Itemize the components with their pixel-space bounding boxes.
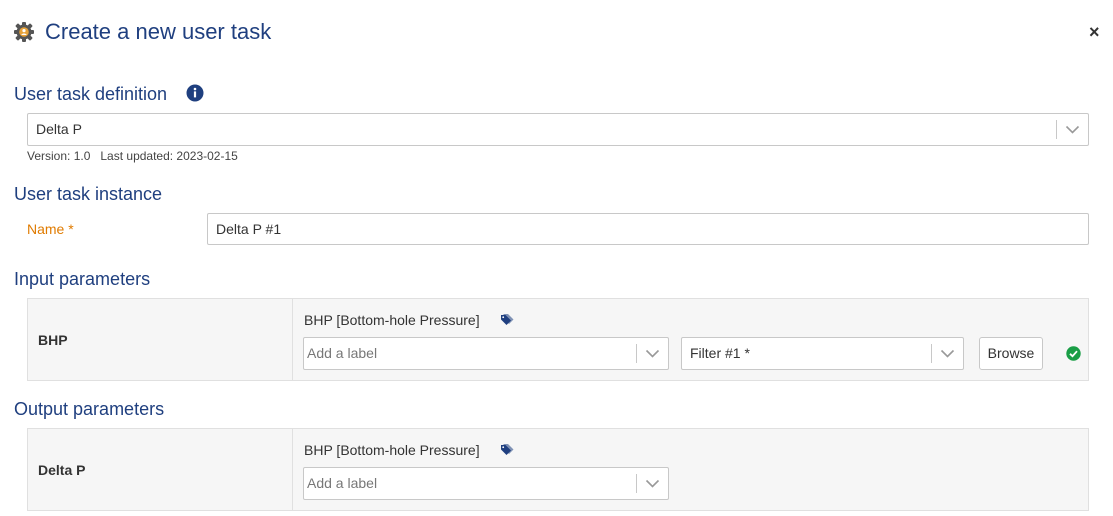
instance-section-title: User task instance [14, 184, 163, 204]
input-param-name-cell: BHP [28, 299, 293, 380]
output-label-select[interactable]: Add a label [303, 467, 669, 500]
input-filter-select[interactable]: Filter #1 * [681, 337, 964, 370]
output-param-row: Delta P BHP [Bottom-hole Pressure] Add a… [27, 428, 1089, 511]
chevron-down-icon[interactable] [1065, 123, 1080, 136]
select-separator [931, 344, 932, 363]
input-param-name: BHP [38, 332, 68, 348]
dialog-header: Create a new user task × [0, 0, 1113, 64]
output-param-name-cell: Delta P [28, 429, 293, 510]
input-param-row: BHP BHP [Bottom-hole Pressure] Add a lab… [27, 298, 1089, 381]
gear-user-icon [13, 21, 35, 43]
output-param-name: Delta P [38, 462, 86, 478]
version-text: Version: 1.0 [27, 149, 91, 163]
name-input[interactable] [207, 213, 1089, 245]
chevron-down-icon[interactable] [645, 347, 660, 360]
check-circle-icon [1066, 346, 1081, 361]
info-icon[interactable] [186, 84, 204, 102]
input-label-select[interactable]: Add a label [303, 337, 669, 370]
select-separator [636, 344, 637, 363]
output-param-variable: BHP [Bottom-hole Pressure] [304, 442, 480, 458]
select-separator [1056, 120, 1057, 139]
task-definition-value: Delta P [36, 121, 82, 137]
definition-section-title: User task definition [14, 84, 168, 104]
input-label-placeholder: Add a label [307, 345, 378, 361]
tag-icon [500, 313, 516, 327]
output-label-placeholder: Add a label [307, 475, 378, 491]
tag-icon [500, 443, 516, 457]
output-section-title: Output parameters [14, 399, 165, 419]
task-definition-select[interactable]: Delta P [27, 113, 1089, 146]
dialog-title: Create a new user task [45, 19, 272, 44]
input-param-variable: BHP [Bottom-hole Pressure] [304, 312, 480, 328]
definition-meta: Version: 1.0 Last updated: 2023-02-15 [27, 149, 238, 163]
name-label: Name * [27, 221, 74, 237]
input-section-title: Input parameters [14, 269, 151, 289]
input-filter-value: Filter #1 * [690, 345, 750, 361]
last-updated-text: Last updated: 2023-02-15 [100, 149, 238, 163]
chevron-down-icon[interactable] [940, 347, 955, 360]
chevron-down-icon[interactable] [645, 477, 660, 490]
select-separator [636, 474, 637, 493]
close-icon[interactable]: × [1089, 22, 1100, 42]
browse-button[interactable]: Browse [979, 337, 1043, 370]
